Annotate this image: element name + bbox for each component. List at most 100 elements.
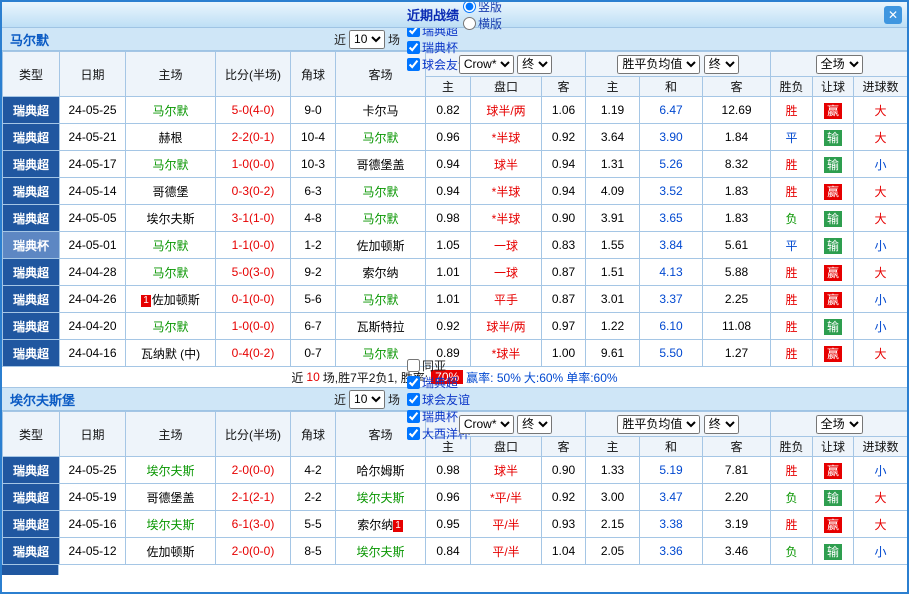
corners-cell: 5-6 [291, 286, 336, 313]
goals-cell: 小 [854, 538, 908, 565]
filter-checkbox[interactable] [407, 410, 420, 423]
col-header-corner: 角球 [291, 52, 336, 97]
odds-home-cell: 0.92 [426, 313, 471, 340]
filter-checkbox-label: 瑞典超 [422, 374, 458, 391]
team-label: 索尔纳 [357, 518, 393, 532]
corners-cell: 9-0 [291, 97, 336, 124]
corners-cell: 0-7 [291, 340, 336, 367]
avg-draw-cell: 3.84 [640, 232, 703, 259]
goals-cell: 大 [854, 97, 908, 124]
avg-home-cell: 2.15 [586, 511, 640, 538]
avg-select[interactable]: 胜平负均值 [617, 415, 700, 434]
score-cell: 0-1(0-0) [216, 286, 291, 313]
sub-header: 客 [542, 437, 586, 457]
bookmaker-select[interactable]: Crow* [459, 415, 514, 434]
unit-label: 场 [388, 391, 400, 408]
score-cell: 0-3(0-2) [216, 178, 291, 205]
view-radio[interactable] [463, 17, 476, 30]
avg-home-cell: 1.33 [586, 457, 640, 484]
handicap-cell: 一球 [471, 232, 542, 259]
odds-away-cell: 0.90 [542, 457, 586, 484]
filter-checkbox[interactable] [407, 359, 420, 372]
filter-checkbox[interactable] [407, 58, 420, 71]
filter-checkbox[interactable] [407, 376, 420, 389]
filter-checkbox[interactable] [407, 393, 420, 406]
odds-away-cell: 0.93 [542, 511, 586, 538]
team-label: 佐加顿斯 [146, 545, 194, 559]
handicap-cell: 球半 [471, 151, 542, 178]
team-label: 哈尔姆斯 [356, 464, 404, 478]
view-radio[interactable] [463, 0, 476, 13]
odds-away-cell: 0.94 [542, 151, 586, 178]
cover-cell: 赢 [813, 511, 854, 538]
avg-select[interactable]: 胜平负均值 [617, 55, 700, 74]
close-button[interactable]: ✕ [884, 6, 902, 24]
single-rate: 单率:60% [566, 369, 617, 386]
goals-cell: 大 [854, 259, 908, 286]
odds-home-cell: 0.94 [426, 178, 471, 205]
col-header-home: 主场 [126, 412, 216, 457]
league-cell: 瑞典超 [3, 457, 60, 484]
cover-cell: 输 [813, 232, 854, 259]
away-team-cell: 马尔默 [336, 205, 426, 232]
date-cell: 24-05-01 [60, 232, 126, 259]
corners-cell: 1-2 [291, 232, 336, 259]
bookmaker-select[interactable]: Crow* [459, 55, 514, 74]
team-label: 卡尔马 [362, 104, 398, 118]
cover-badge: 输 [824, 490, 842, 506]
team-label: 佐加顿斯 [356, 239, 404, 253]
filter-checkbox-option[interactable]: 同亚 [407, 357, 470, 374]
final-odds-select[interactable]: 终 [517, 415, 552, 434]
col-header-score: 比分(半场) [216, 52, 291, 97]
filter-checkbox[interactable] [407, 427, 420, 440]
team-label: 埃尔夫斯 [146, 518, 194, 532]
odds-home-cell: 0.98 [426, 205, 471, 232]
filter-checkbox-label: 瑞典杯 [422, 39, 458, 56]
filter-checkbox[interactable] [407, 41, 420, 54]
match-count-select[interactable]: 10 [349, 30, 385, 49]
final-avg-select[interactable]: 终 [704, 55, 739, 74]
avg-away-cell: 5.61 [703, 232, 771, 259]
cover-cell: 赢 [813, 286, 854, 313]
score-cell: 5-0(3-0) [216, 259, 291, 286]
final-avg-select[interactable]: 终 [704, 415, 739, 434]
home-team-cell: 埃尔夫斯 [126, 205, 216, 232]
col-header-date: 日期 [60, 52, 126, 97]
cover-cell: 赢 [813, 340, 854, 367]
league-cell: 瑞典超 [3, 151, 60, 178]
result-cell: 胜 [771, 178, 813, 205]
team-label: 哥德堡盖 [356, 158, 404, 172]
cover-badge: 输 [824, 157, 842, 173]
cover-badge: 赢 [824, 463, 842, 479]
view-option[interactable]: 竖版 [463, 0, 502, 15]
col-header-home: 主场 [126, 52, 216, 97]
filter-checkbox-option[interactable]: 球会友谊 [407, 391, 470, 408]
match-row: 瑞典超24-05-21赫根2-2(0-1)10-4马尔默0.96*半球0.923… [3, 124, 908, 151]
match-count-select[interactable]: 10 [349, 390, 385, 409]
avg-away-cell: 11.08 [703, 313, 771, 340]
final-odds-select[interactable]: 终 [517, 55, 552, 74]
col-header-score: 比分(半场) [216, 412, 291, 457]
result-cell: 胜 [771, 151, 813, 178]
scope-select[interactable]: 全场 [816, 55, 863, 74]
sub-header: 和 [640, 77, 703, 97]
score-cell: 5-0(4-0) [216, 97, 291, 124]
league-cell: 瑞典超 [3, 124, 60, 151]
avg-home-cell: 1.19 [586, 97, 640, 124]
avg-away-cell: 5.88 [703, 259, 771, 286]
filter-checkbox-option[interactable]: 瑞典超 [407, 374, 470, 391]
team-label: 埃尔夫斯 [356, 545, 404, 559]
view-option[interactable]: 横版 [463, 15, 502, 32]
cover-cell: 赢 [813, 259, 854, 286]
corners-cell: 2-2 [291, 484, 336, 511]
team-label: 哥德堡 [152, 185, 188, 199]
team-name: 马尔默 [2, 30, 334, 49]
home-team-cell: 埃尔夫斯 [126, 457, 216, 484]
scope-select[interactable]: 全场 [816, 415, 863, 434]
cover-cell: 赢 [813, 97, 854, 124]
filter-checkbox-label: 同亚 [422, 357, 446, 374]
scope-group-header: 全场 [771, 412, 908, 437]
filter-checkbox-option[interactable]: 瑞典杯 [407, 39, 470, 56]
avg-away-cell: 12.69 [703, 97, 771, 124]
home-team-cell: 哥德堡盖 [126, 484, 216, 511]
